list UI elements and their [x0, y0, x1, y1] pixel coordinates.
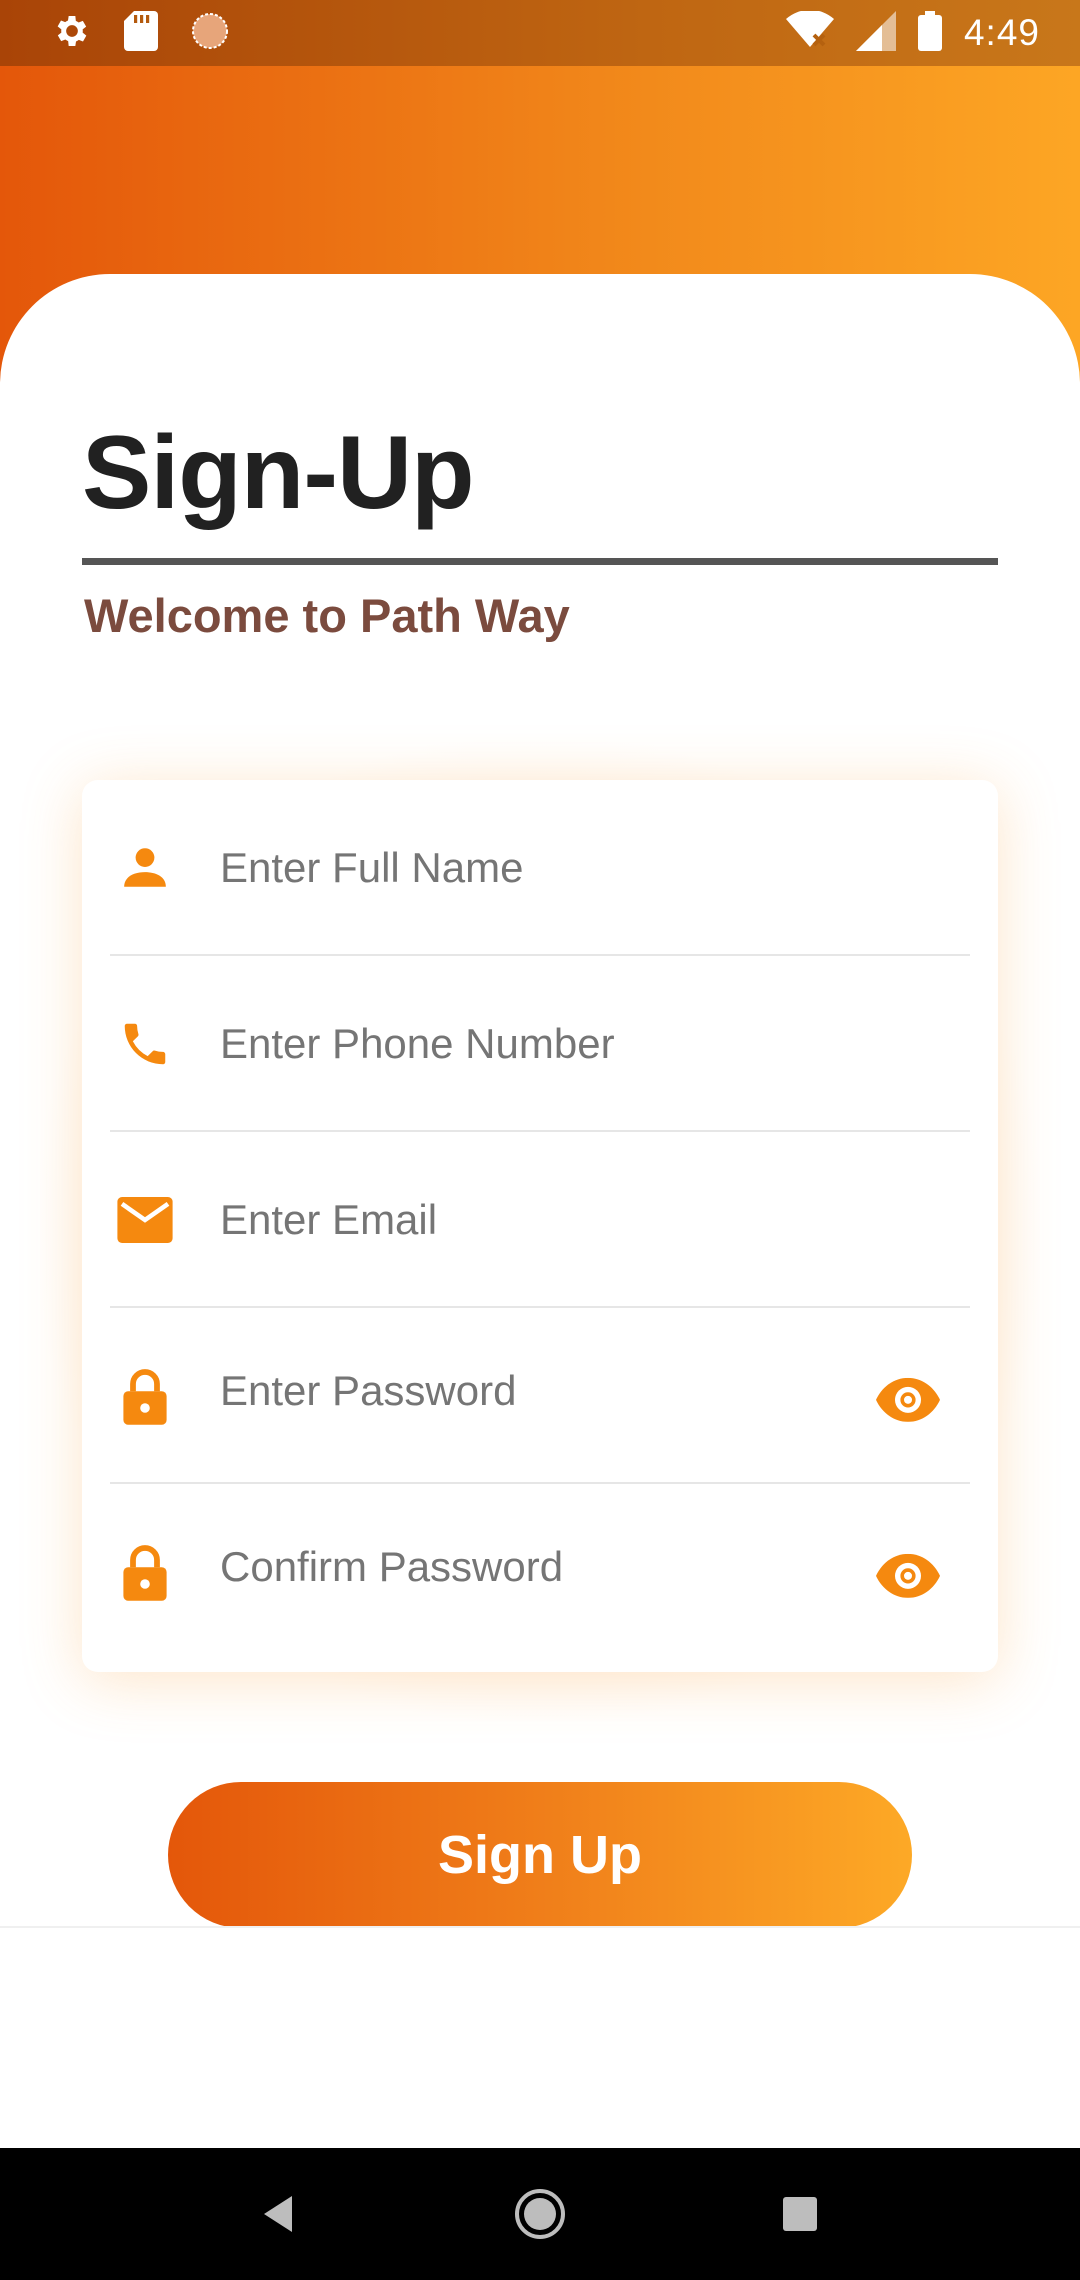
home-icon[interactable]: [500, 2174, 580, 2254]
phone-field[interactable]: [82, 956, 998, 1132]
full-name-input[interactable]: [220, 844, 761, 892]
signup-button[interactable]: Sign Up: [168, 1782, 912, 1928]
sd-card-icon: [124, 10, 158, 56]
confirm-password-input[interactable]: [220, 1543, 761, 1592]
lock-icon: [114, 1541, 176, 1603]
back-icon[interactable]: [240, 2174, 320, 2254]
phone-input[interactable]: [220, 1020, 761, 1068]
bottom-divider: [0, 1926, 1080, 1928]
title-underline: [82, 558, 998, 565]
confirm-password-field[interactable]: [82, 1484, 998, 1660]
status-bar: 4:49: [0, 0, 1080, 66]
signal-icon: [855, 10, 896, 56]
status-time: 4:49: [963, 12, 1040, 53]
person-icon: [114, 837, 176, 899]
settings-icon: [52, 11, 92, 56]
wifi-icon: [785, 9, 834, 56]
eye-icon[interactable]: [876, 1376, 940, 1424]
battery-icon: [917, 10, 942, 56]
page-title: Sign-Up: [82, 415, 475, 531]
status-right: 4:49: [785, 9, 1040, 56]
lock-icon: [114, 1365, 176, 1427]
email-input[interactable]: [220, 1196, 761, 1244]
loading-icon: [190, 11, 230, 56]
navigation-bar: [0, 2148, 1080, 2280]
signup-screen: 4:49 Sign-Up Welcome to Path Way Enter F…: [0, 0, 1080, 2280]
email-field[interactable]: [82, 1132, 998, 1308]
eye-icon[interactable]: [876, 1552, 940, 1600]
signup-form-card: [82, 780, 998, 1672]
full-name-field[interactable]: [82, 780, 998, 956]
recents-icon[interactable]: [760, 2174, 840, 2254]
phone-icon: [114, 1013, 176, 1075]
password-input[interactable]: [220, 1367, 761, 1416]
status-left: [52, 10, 230, 56]
mail-icon: [114, 1189, 176, 1251]
password-field[interactable]: [82, 1308, 998, 1484]
page-subtitle: Welcome to Path Way: [84, 589, 570, 642]
